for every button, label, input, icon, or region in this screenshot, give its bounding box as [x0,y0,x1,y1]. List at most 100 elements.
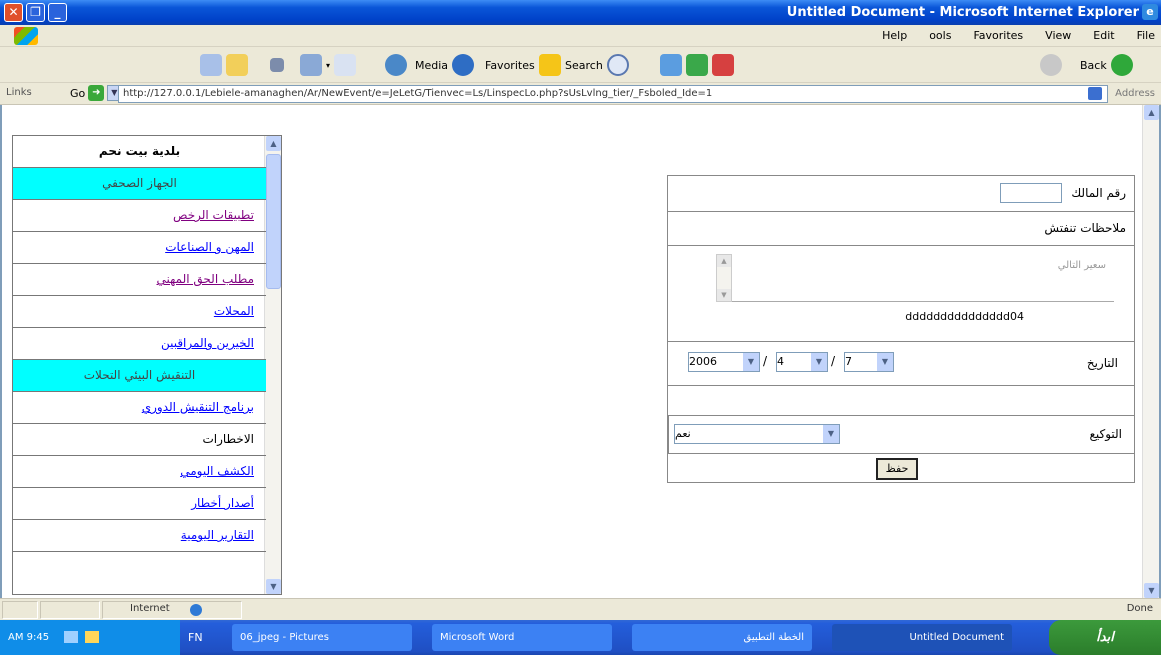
history-icon[interactable] [385,54,407,76]
date-separator: / [763,354,768,368]
code-label: رقم المالك [1071,186,1126,200]
menu-help[interactable]: Help [882,29,907,42]
refresh-icon[interactable] [686,54,708,76]
year-value: 2006 [689,355,717,368]
menu-title: بلدية بيت نحم [13,136,266,168]
taskbar-item[interactable]: الخطة التطبيق [632,624,812,651]
menu-link[interactable]: مطلب الحق المهني [13,264,266,296]
scroll-thumb[interactable] [266,154,281,289]
menu-view[interactable]: View [1045,29,1071,42]
go-button[interactable]: Go ➜ ▼ [70,85,122,101]
page-scrollbar[interactable]: ▲ ▼ [1142,105,1159,598]
back-label[interactable]: Back [1080,59,1107,72]
status-segment [102,601,242,619]
scroll-up-icon[interactable]: ▲ [717,255,731,267]
taskbar: AM 9:45 FN 06_jpeg - Pictures Microsoft … [0,620,1161,655]
menu-file[interactable]: File [1137,29,1155,42]
sign-select[interactable]: نعم ▼ [674,424,840,444]
go-arrow-icon: ➜ [88,85,105,101]
page-icon [1088,87,1102,100]
status-segment [2,601,38,619]
menu-link[interactable]: برنامج التنقيش الدوري [13,392,266,424]
favorites-star-icon[interactable] [538,54,561,76]
language-indicator[interactable]: FN [188,631,203,644]
menu-section-header: التنقيش البيئي التحلات [13,360,266,392]
notes-textarea[interactable]: ▲ ▼ سعير التالي [716,254,1114,302]
notes-label: ملاحظات تنفتش [1044,221,1126,235]
nav-frame-scrollbar[interactable]: ▲ ▼ [264,136,281,594]
globe-icon [190,604,202,616]
chevron-down-icon: ▼ [743,353,759,371]
inspection-form: رقم المالك ملاحظات تنفتش ▲ ▼ سعير التالي… [667,175,1135,483]
menu-item[interactable]: الاخطارات [13,424,266,456]
status-bar: Internet Done [0,598,1161,620]
menu-link[interactable]: التقارير اليومية [13,520,266,552]
stop-icon[interactable] [712,54,734,76]
address-input[interactable]: http://127.0.0.1/Lebiele-amanaghen/Ar/Ne… [118,85,1108,103]
address-bar: Links Go ➜ ▼ http://127.0.0.1/Lebiele-am… [0,83,1161,105]
home-icon[interactable] [660,54,682,76]
messenger-icon[interactable] [200,54,222,76]
menu-link[interactable]: الكشف اليومي [13,456,266,488]
standard-toolbar: ▾ Media Favorites Search Back [0,47,1161,83]
day-value: 7 [845,355,852,368]
links-label[interactable]: Links [6,87,32,98]
clock[interactable]: AM 9:45 [8,632,49,643]
menu-link[interactable]: الخيرين والمراقبين [13,328,266,360]
start-button[interactable]: ابدأ [1049,620,1161,655]
ie-icon: e [1142,4,1158,20]
search-icon[interactable] [606,54,629,76]
forward-icon[interactable] [1040,54,1062,76]
print-dropdown-icon[interactable]: ▾ [326,61,330,70]
menu-favorites[interactable]: Favorites [973,29,1023,42]
volume-icon[interactable] [85,631,100,643]
taskbar-item[interactable]: Microsoft Word [432,624,612,651]
taskbar-item[interactable]: 06_jpeg - Pictures [232,624,412,651]
discuss-icon[interactable] [270,58,284,72]
menu-link[interactable]: المحلات [13,296,266,328]
notes-row: ▲ ▼ سعير التالي ddddddddddddddd04 [667,245,1135,341]
code-row: رقم المالك [667,175,1135,211]
side-menu: بلدية بيت نحم الجهاز الصحفي تطبيقات الرخ… [13,136,266,552]
search-label[interactable]: Search [565,59,603,72]
scroll-up-icon[interactable]: ▲ [266,136,281,151]
media-label[interactable]: Media [415,59,448,72]
date-row: التاريخ 2006 ▼ / 4 ▼ / 7 ▼ [667,341,1135,385]
textarea-text: سعير التالي [1057,260,1106,271]
address-label: Address [1115,88,1155,99]
day-select[interactable]: 7 ▼ [844,352,894,372]
scroll-down-icon[interactable]: ▼ [266,579,281,594]
system-tray: AM 9:45 [0,620,180,655]
close-icon[interactable]: ✕ [4,3,23,22]
minimize-icon[interactable]: _ [48,3,67,22]
menu-section-header: الجهاز الصحفي [13,168,266,200]
zone-label: Internet [130,603,170,614]
window-title: Untitled Document - Microsoft Internet E… [786,5,1139,20]
back-icon[interactable] [1110,54,1133,76]
folder-icon[interactable] [226,54,248,76]
sign-select-value: نعم [675,427,691,440]
menu-edit[interactable]: Edit [1093,29,1114,42]
menu-link[interactable]: أصدار أخطار [13,488,266,520]
code-input[interactable] [1000,183,1062,203]
notes-value: ddddddddddddddd04 [905,310,1024,323]
windows-logo-icon [14,27,38,45]
mail-icon[interactable] [334,54,357,76]
year-select[interactable]: 2006 ▼ [688,352,760,372]
network-icon[interactable] [64,631,79,643]
save-button[interactable]: حفظ [876,458,918,480]
print-icon[interactable] [300,54,322,76]
menu-link[interactable]: المهن و الصناعات [13,232,266,264]
favorites-label[interactable]: Favorites [485,59,535,72]
scroll-down-icon[interactable]: ▼ [717,289,731,301]
restore-icon[interactable]: ❐ [26,3,45,22]
media-icon[interactable] [452,54,475,76]
textarea-scrollbar[interactable]: ▲ ▼ [716,254,732,302]
scroll-up-icon[interactable]: ▲ [1144,105,1159,120]
menu-link[interactable]: تطبيقات الرخص [13,200,266,232]
menu-bar: Help ools Favorites View Edit File [0,25,1161,47]
taskbar-item-active[interactable]: Untitled Document [832,624,1012,651]
scroll-down-icon[interactable]: ▼ [1144,583,1159,598]
menu-tools[interactable]: ools [929,29,951,42]
month-select[interactable]: 4 ▼ [776,352,828,372]
